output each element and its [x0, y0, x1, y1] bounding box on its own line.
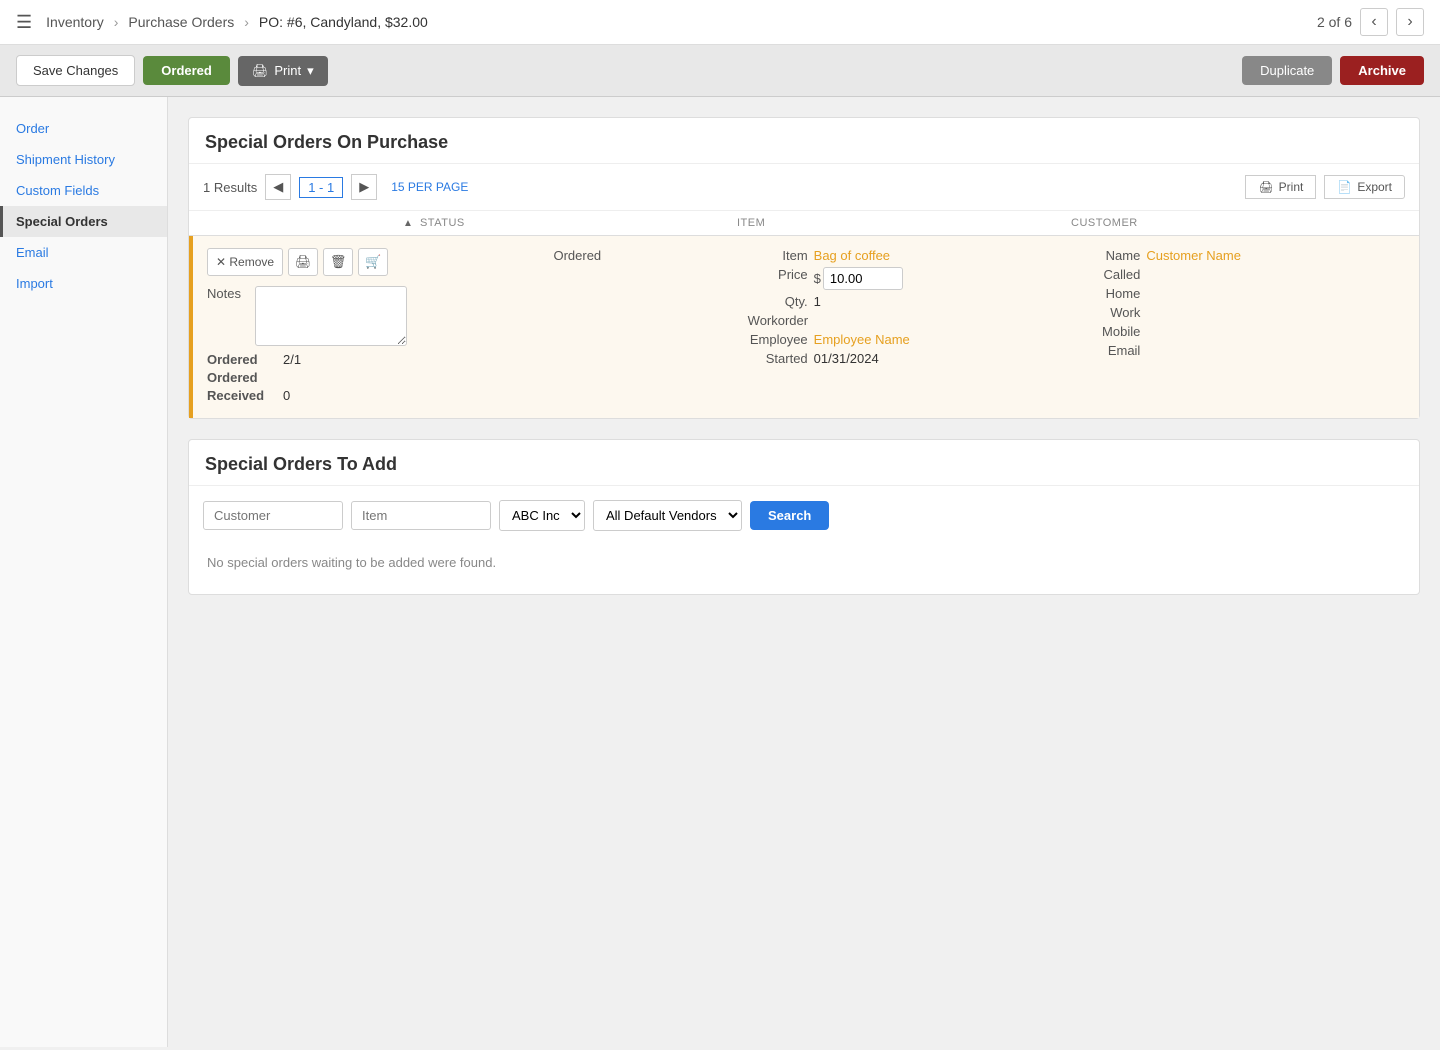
duplicate-button[interactable]: Duplicate	[1242, 56, 1332, 85]
page-current: 1 - 1	[299, 177, 343, 198]
ordered-dates: Ordered 2/1 Ordered Received 0	[207, 352, 407, 403]
customer-name-value[interactable]: Customer Name	[1146, 248, 1241, 263]
employee-label: Employee	[748, 332, 808, 347]
vendor-select[interactable]: ABC Inc	[499, 500, 585, 531]
ordered-date1: 2/1	[283, 352, 301, 367]
add-filters: ABC Inc All Default Vendors Search	[203, 500, 1405, 531]
ordered-label2: Ordered	[207, 370, 277, 385]
order-row-item-col: Item Bag of coffee Price $ Qty. 1	[748, 248, 1073, 406]
special-orders-to-add-title: Special Orders To Add	[189, 440, 1419, 486]
nav-sep1: ›	[114, 14, 119, 30]
employee-value[interactable]: Employee Name	[814, 332, 910, 347]
order-row-status-col: Ordered	[415, 248, 740, 406]
pagination-info: 2 of 6	[1317, 14, 1352, 30]
status-value: Ordered	[415, 248, 740, 263]
item-label: Item	[748, 248, 808, 263]
price-input[interactable]	[823, 267, 903, 290]
order-row: ✕ Remove 🖨 🗑 🛒 Notes	[189, 236, 1419, 418]
sidebar-item-order[interactable]: Order	[0, 113, 167, 144]
customer-filter-input[interactable]	[203, 501, 343, 530]
item-col-header: ITEM	[737, 217, 1071, 229]
item-value[interactable]: Bag of coffee	[814, 248, 890, 263]
export-button[interactable]: 📄 Export	[1324, 175, 1405, 199]
content-area: Special Orders On Purchase 1 Results ◀ 1…	[168, 97, 1440, 1047]
row-cart-icon: 🛒	[365, 254, 381, 270]
special-orders-on-purchase-section: Special Orders On Purchase 1 Results ◀ 1…	[188, 117, 1420, 419]
save-changes-button[interactable]: Save Changes	[16, 55, 135, 86]
print-icon: 🖨	[252, 63, 269, 79]
sidebar-item-shipment-history[interactable]: Shipment History	[0, 144, 167, 175]
print-button[interactable]: 🖨 Print ▾	[238, 56, 328, 86]
per-page-link[interactable]: 15 PER PAGE	[391, 180, 468, 194]
customer-col-header: CUSTOMER	[1071, 217, 1405, 229]
order-row-actions-col: ✕ Remove 🖨 🗑 🛒 Notes	[207, 248, 407, 406]
archive-button[interactable]: Archive	[1340, 56, 1424, 85]
add-section: ABC Inc All Default Vendors Search No sp…	[189, 486, 1419, 594]
order-row-customer-col: Name Customer Name Called Home Work	[1080, 248, 1405, 406]
row-actions: ✕ Remove 🖨 🗑 🛒	[207, 248, 407, 276]
sidebar-item-special-orders[interactable]: Special Orders	[0, 206, 167, 237]
row-delete-icon: 🗑	[330, 254, 347, 270]
print-results-label: Print	[1279, 180, 1304, 194]
print-results-icon: 🖨	[1258, 180, 1273, 194]
received-value: 0	[283, 388, 290, 403]
nav-inventory[interactable]: Inventory	[46, 14, 104, 30]
export-label: Export	[1357, 180, 1392, 194]
nav-right: 2 of 6 ‹ ›	[1317, 8, 1424, 36]
special-orders-on-purchase-title: Special Orders On Purchase	[189, 118, 1419, 164]
print-chevron-icon: ▾	[307, 63, 314, 79]
notes-label: Notes	[207, 286, 249, 301]
dollar-sign: $	[814, 271, 821, 286]
sidebar-item-import[interactable]: Import	[0, 268, 167, 299]
called-label: Called	[1080, 267, 1140, 282]
toolbar: Save Changes Ordered 🖨 Print ▾ Duplicate…	[0, 45, 1440, 97]
started-value: 01/31/2024	[814, 351, 879, 366]
sidebar-item-email[interactable]: Email	[0, 237, 167, 268]
row-print-icon: 🖨	[295, 254, 312, 270]
no-results-message: No special orders waiting to be added we…	[203, 545, 1405, 580]
item-filter-input[interactable]	[351, 501, 491, 530]
row-cart-button[interactable]: 🛒	[358, 248, 388, 276]
price-wrapper: $	[814, 267, 903, 290]
all-vendors-select[interactable]: All Default Vendors	[593, 500, 742, 531]
price-label: Price	[748, 267, 808, 282]
name-label: Name	[1080, 248, 1140, 263]
results-bar: 1 Results ◀ 1 - 1 ▶ 15 PER PAGE 🖨 Print …	[189, 164, 1419, 211]
qty-value: 1	[814, 294, 821, 309]
results-count: 1 Results	[203, 180, 257, 195]
home-label: Home	[1080, 286, 1140, 301]
sidebar: Order Shipment History Custom Fields Spe…	[0, 97, 168, 1047]
top-nav: ☰ Inventory › Purchase Orders › PO: #6, …	[0, 0, 1440, 45]
main-layout: Order Shipment History Custom Fields Spe…	[0, 97, 1440, 1047]
next-page-button[interactable]: ›	[1396, 8, 1424, 36]
notes-input[interactable]	[255, 286, 407, 346]
received-label: Received	[207, 388, 277, 403]
ordered-button[interactable]: Ordered	[143, 56, 230, 85]
ordered-label1: Ordered	[207, 352, 277, 367]
nav-purchase-orders[interactable]: Purchase Orders	[128, 14, 234, 30]
row-delete-button[interactable]: 🗑	[323, 248, 353, 276]
email-label: Email	[1080, 343, 1140, 358]
nav-icon: ☰	[16, 12, 32, 33]
work-label: Work	[1080, 305, 1140, 320]
qty-label: Qty.	[748, 294, 808, 309]
search-button[interactable]: Search	[750, 501, 829, 530]
special-orders-to-add-section: Special Orders To Add ABC Inc All Defaul…	[188, 439, 1420, 595]
print-results-button[interactable]: 🖨 Print	[1245, 175, 1316, 199]
row-print-button[interactable]: 🖨	[288, 248, 318, 276]
sidebar-item-custom-fields[interactable]: Custom Fields	[0, 175, 167, 206]
next-results-button[interactable]: ▶	[351, 174, 377, 200]
nav-current-page: PO: #6, Candyland, $32.00	[259, 14, 428, 30]
status-col-header: STATUS	[420, 217, 465, 229]
mobile-label: Mobile	[1080, 324, 1140, 339]
prev-page-button[interactable]: ‹	[1360, 8, 1388, 36]
prev-results-button[interactable]: ◀	[265, 174, 291, 200]
workorder-label: Workorder	[748, 313, 808, 328]
export-icon: 📄	[1337, 180, 1352, 194]
started-label: Started	[748, 351, 808, 366]
remove-button[interactable]: ✕ Remove	[207, 248, 283, 276]
nav-sep2: ›	[244, 14, 249, 30]
status-sort-icon: ▲	[403, 218, 413, 229]
column-headers: ▲ STATUS ITEM CUSTOMER	[189, 211, 1419, 236]
